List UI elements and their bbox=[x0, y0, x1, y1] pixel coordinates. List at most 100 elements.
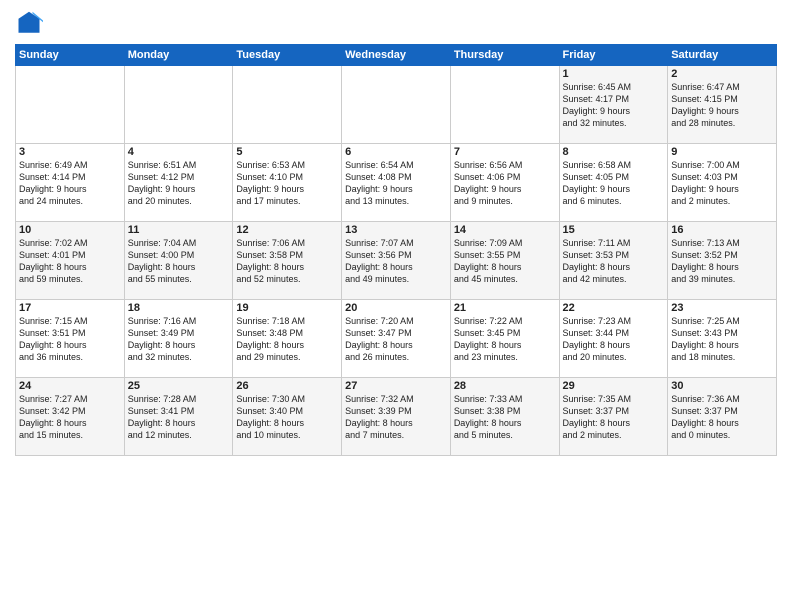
day-number: 20 bbox=[345, 302, 447, 314]
day-info: Sunrise: 6:49 AMSunset: 4:14 PMDaylight:… bbox=[19, 159, 121, 208]
calendar-cell: 13Sunrise: 7:07 AMSunset: 3:56 PMDayligh… bbox=[342, 222, 451, 300]
calendar-cell: 29Sunrise: 7:35 AMSunset: 3:37 PMDayligh… bbox=[559, 378, 668, 456]
day-number: 15 bbox=[563, 224, 665, 236]
calendar-cell: 4Sunrise: 6:51 AMSunset: 4:12 PMDaylight… bbox=[124, 144, 233, 222]
calendar-cell: 1Sunrise: 6:45 AMSunset: 4:17 PMDaylight… bbox=[559, 66, 668, 144]
day-number: 1 bbox=[563, 68, 665, 80]
day-number: 12 bbox=[236, 224, 338, 236]
day-number: 3 bbox=[19, 146, 121, 158]
day-number: 28 bbox=[454, 380, 556, 392]
day-info: Sunrise: 7:00 AMSunset: 4:03 PMDaylight:… bbox=[671, 159, 773, 208]
calendar-cell: 9Sunrise: 7:00 AMSunset: 4:03 PMDaylight… bbox=[668, 144, 777, 222]
day-number: 5 bbox=[236, 146, 338, 158]
day-number: 24 bbox=[19, 380, 121, 392]
day-number: 11 bbox=[128, 224, 230, 236]
calendar-cell: 8Sunrise: 6:58 AMSunset: 4:05 PMDaylight… bbox=[559, 144, 668, 222]
header-row: SundayMondayTuesdayWednesdayThursdayFrid… bbox=[16, 45, 777, 66]
day-number: 18 bbox=[128, 302, 230, 314]
calendar-cell: 30Sunrise: 7:36 AMSunset: 3:37 PMDayligh… bbox=[668, 378, 777, 456]
calendar-cell: 2Sunrise: 6:47 AMSunset: 4:15 PMDaylight… bbox=[668, 66, 777, 144]
day-info: Sunrise: 7:35 AMSunset: 3:37 PMDaylight:… bbox=[563, 393, 665, 442]
day-info: Sunrise: 7:11 AMSunset: 3:53 PMDaylight:… bbox=[563, 237, 665, 286]
calendar-cell: 6Sunrise: 6:54 AMSunset: 4:08 PMDaylight… bbox=[342, 144, 451, 222]
day-number: 13 bbox=[345, 224, 447, 236]
day-info: Sunrise: 6:53 AMSunset: 4:10 PMDaylight:… bbox=[236, 159, 338, 208]
week-row-4: 17Sunrise: 7:15 AMSunset: 3:51 PMDayligh… bbox=[16, 300, 777, 378]
day-info: Sunrise: 7:16 AMSunset: 3:49 PMDaylight:… bbox=[128, 315, 230, 364]
day-info: Sunrise: 7:30 AMSunset: 3:40 PMDaylight:… bbox=[236, 393, 338, 442]
day-info: Sunrise: 7:13 AMSunset: 3:52 PMDaylight:… bbox=[671, 237, 773, 286]
day-number: 27 bbox=[345, 380, 447, 392]
calendar-cell: 21Sunrise: 7:22 AMSunset: 3:45 PMDayligh… bbox=[450, 300, 559, 378]
day-info: Sunrise: 7:09 AMSunset: 3:55 PMDaylight:… bbox=[454, 237, 556, 286]
weekday-header-wednesday: Wednesday bbox=[342, 45, 451, 66]
calendar-table: SundayMondayTuesdayWednesdayThursdayFrid… bbox=[15, 44, 777, 456]
week-row-1: 1Sunrise: 6:45 AMSunset: 4:17 PMDaylight… bbox=[16, 66, 777, 144]
calendar-cell: 22Sunrise: 7:23 AMSunset: 3:44 PMDayligh… bbox=[559, 300, 668, 378]
day-info: Sunrise: 7:28 AMSunset: 3:41 PMDaylight:… bbox=[128, 393, 230, 442]
calendar-cell bbox=[450, 66, 559, 144]
calendar-cell bbox=[124, 66, 233, 144]
calendar-cell: 14Sunrise: 7:09 AMSunset: 3:55 PMDayligh… bbox=[450, 222, 559, 300]
calendar-cell: 5Sunrise: 6:53 AMSunset: 4:10 PMDaylight… bbox=[233, 144, 342, 222]
weekday-header-thursday: Thursday bbox=[450, 45, 559, 66]
day-info: Sunrise: 7:18 AMSunset: 3:48 PMDaylight:… bbox=[236, 315, 338, 364]
weekday-header-saturday: Saturday bbox=[668, 45, 777, 66]
day-number: 26 bbox=[236, 380, 338, 392]
calendar-cell: 16Sunrise: 7:13 AMSunset: 3:52 PMDayligh… bbox=[668, 222, 777, 300]
calendar-cell bbox=[233, 66, 342, 144]
weekday-header-sunday: Sunday bbox=[16, 45, 125, 66]
day-number: 9 bbox=[671, 146, 773, 158]
day-info: Sunrise: 7:20 AMSunset: 3:47 PMDaylight:… bbox=[345, 315, 447, 364]
day-info: Sunrise: 7:04 AMSunset: 4:00 PMDaylight:… bbox=[128, 237, 230, 286]
day-number: 23 bbox=[671, 302, 773, 314]
day-number: 17 bbox=[19, 302, 121, 314]
day-number: 6 bbox=[345, 146, 447, 158]
calendar-cell: 25Sunrise: 7:28 AMSunset: 3:41 PMDayligh… bbox=[124, 378, 233, 456]
logo bbox=[15, 10, 47, 38]
day-info: Sunrise: 7:07 AMSunset: 3:56 PMDaylight:… bbox=[345, 237, 447, 286]
calendar-cell: 10Sunrise: 7:02 AMSunset: 4:01 PMDayligh… bbox=[16, 222, 125, 300]
day-info: Sunrise: 7:15 AMSunset: 3:51 PMDaylight:… bbox=[19, 315, 121, 364]
weekday-header-monday: Monday bbox=[124, 45, 233, 66]
calendar-cell: 26Sunrise: 7:30 AMSunset: 3:40 PMDayligh… bbox=[233, 378, 342, 456]
day-number: 16 bbox=[671, 224, 773, 236]
day-info: Sunrise: 7:25 AMSunset: 3:43 PMDaylight:… bbox=[671, 315, 773, 364]
day-info: Sunrise: 6:56 AMSunset: 4:06 PMDaylight:… bbox=[454, 159, 556, 208]
calendar-cell: 20Sunrise: 7:20 AMSunset: 3:47 PMDayligh… bbox=[342, 300, 451, 378]
day-info: Sunrise: 7:06 AMSunset: 3:58 PMDaylight:… bbox=[236, 237, 338, 286]
day-info: Sunrise: 7:02 AMSunset: 4:01 PMDaylight:… bbox=[19, 237, 121, 286]
day-number: 4 bbox=[128, 146, 230, 158]
day-info: Sunrise: 7:23 AMSunset: 3:44 PMDaylight:… bbox=[563, 315, 665, 364]
calendar-cell: 27Sunrise: 7:32 AMSunset: 3:39 PMDayligh… bbox=[342, 378, 451, 456]
day-number: 10 bbox=[19, 224, 121, 236]
day-number: 8 bbox=[563, 146, 665, 158]
calendar-cell: 7Sunrise: 6:56 AMSunset: 4:06 PMDaylight… bbox=[450, 144, 559, 222]
day-number: 7 bbox=[454, 146, 556, 158]
day-number: 14 bbox=[454, 224, 556, 236]
day-info: Sunrise: 6:54 AMSunset: 4:08 PMDaylight:… bbox=[345, 159, 447, 208]
day-number: 2 bbox=[671, 68, 773, 80]
day-number: 21 bbox=[454, 302, 556, 314]
calendar-cell: 15Sunrise: 7:11 AMSunset: 3:53 PMDayligh… bbox=[559, 222, 668, 300]
day-info: Sunrise: 7:32 AMSunset: 3:39 PMDaylight:… bbox=[345, 393, 447, 442]
day-info: Sunrise: 6:45 AMSunset: 4:17 PMDaylight:… bbox=[563, 81, 665, 130]
day-info: Sunrise: 7:36 AMSunset: 3:37 PMDaylight:… bbox=[671, 393, 773, 442]
calendar-cell: 3Sunrise: 6:49 AMSunset: 4:14 PMDaylight… bbox=[16, 144, 125, 222]
week-row-2: 3Sunrise: 6:49 AMSunset: 4:14 PMDaylight… bbox=[16, 144, 777, 222]
day-info: Sunrise: 7:27 AMSunset: 3:42 PMDaylight:… bbox=[19, 393, 121, 442]
calendar-cell: 11Sunrise: 7:04 AMSunset: 4:00 PMDayligh… bbox=[124, 222, 233, 300]
day-number: 19 bbox=[236, 302, 338, 314]
calendar-cell: 18Sunrise: 7:16 AMSunset: 3:49 PMDayligh… bbox=[124, 300, 233, 378]
day-info: Sunrise: 6:51 AMSunset: 4:12 PMDaylight:… bbox=[128, 159, 230, 208]
day-info: Sunrise: 6:58 AMSunset: 4:05 PMDaylight:… bbox=[563, 159, 665, 208]
calendar-cell: 23Sunrise: 7:25 AMSunset: 3:43 PMDayligh… bbox=[668, 300, 777, 378]
day-number: 25 bbox=[128, 380, 230, 392]
calendar-cell: 17Sunrise: 7:15 AMSunset: 3:51 PMDayligh… bbox=[16, 300, 125, 378]
calendar-cell: 12Sunrise: 7:06 AMSunset: 3:58 PMDayligh… bbox=[233, 222, 342, 300]
calendar-cell: 24Sunrise: 7:27 AMSunset: 3:42 PMDayligh… bbox=[16, 378, 125, 456]
day-info: Sunrise: 7:33 AMSunset: 3:38 PMDaylight:… bbox=[454, 393, 556, 442]
day-number: 22 bbox=[563, 302, 665, 314]
week-row-5: 24Sunrise: 7:27 AMSunset: 3:42 PMDayligh… bbox=[16, 378, 777, 456]
weekday-header-friday: Friday bbox=[559, 45, 668, 66]
